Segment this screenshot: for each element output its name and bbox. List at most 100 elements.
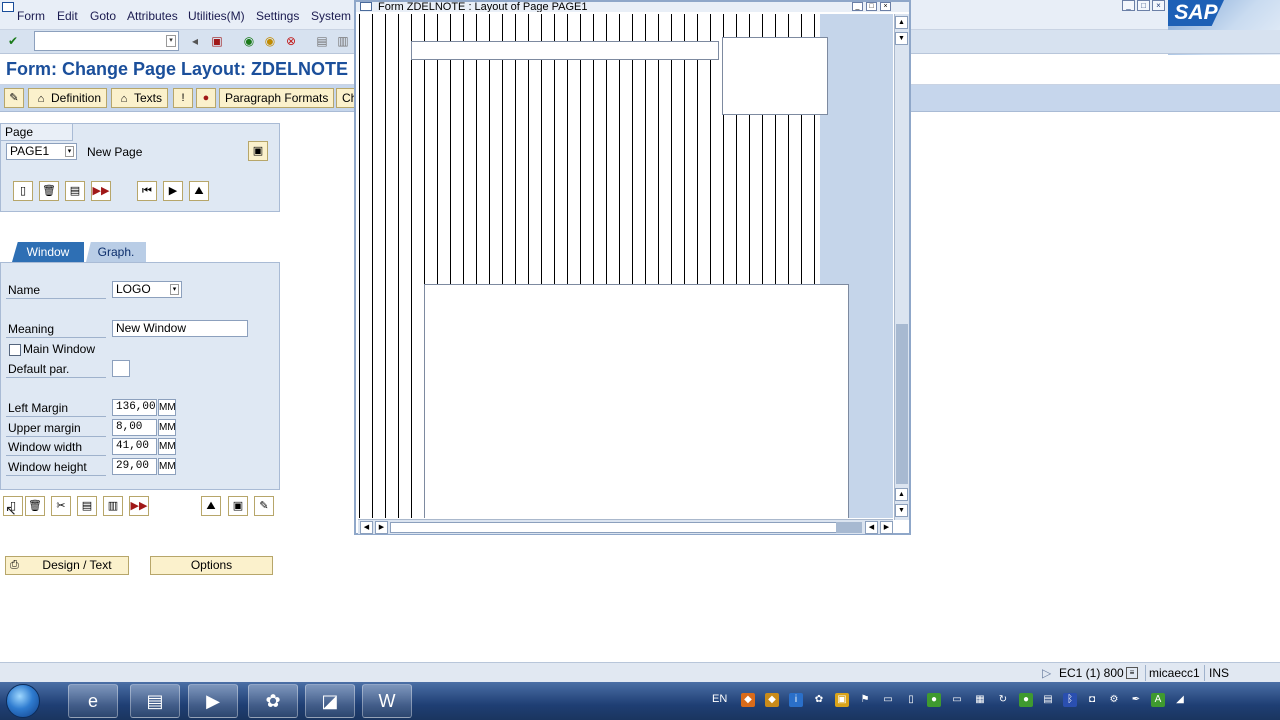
minimize-icon[interactable]: _ [1122, 0, 1135, 11]
design-text-button[interactable]: ⎙ Design / Text [5, 556, 129, 575]
tray-info-icon[interactable]: i [789, 693, 803, 707]
word-icon[interactable]: W [362, 684, 412, 718]
layout-window-header[interactable] [411, 41, 719, 60]
scroll-left-icon[interactable]: ◀ [865, 521, 878, 534]
tray-flag-icon[interactable]: ⚑ [858, 693, 872, 707]
stamp-icon[interactable]: ● [196, 88, 216, 108]
menu-system[interactable]: System [311, 9, 351, 23]
scroll-right-icon[interactable]: ▶ [375, 521, 388, 534]
paste-window-icon[interactable]: ▥ [103, 496, 123, 516]
tray-printer-icon[interactable]: ▤ [1041, 693, 1055, 707]
tray-app-icon[interactable]: ◆ [765, 693, 779, 707]
vertical-scrollbar[interactable]: ▲ ▼ ▲ ▼ [894, 14, 909, 520]
edit-pencil-icon[interactable]: ✎ [4, 88, 24, 108]
tray-gear-icon[interactable]: ⚙ [1107, 693, 1121, 707]
tab-graph[interactable]: Graph. [86, 242, 146, 262]
status-expand-icon[interactable]: ▷ [1042, 665, 1051, 681]
cut-window-icon[interactable]: ✂ [51, 496, 71, 516]
tab-window[interactable]: Window [12, 242, 84, 262]
default-par-input[interactable] [112, 360, 130, 377]
scroll-down-icon[interactable]: ▼ [895, 504, 908, 517]
sap-gui-taskbar-icon[interactable]: ◪ [305, 684, 355, 718]
first-page-icon[interactable]: ⏮ [137, 181, 157, 201]
enter-check-icon[interactable]: ✔ [4, 32, 22, 50]
graphic-icon[interactable]: ⛰ [201, 496, 221, 516]
maximize-icon[interactable]: □ [1137, 0, 1150, 11]
tray-folder-icon[interactable]: ▣ [835, 693, 849, 707]
window-height-input[interactable]: 29,00 [112, 458, 157, 475]
scroll-left-icon[interactable]: ◀ [360, 521, 373, 534]
cancel-icon[interactable]: ⊗ [282, 32, 300, 50]
window-width-input[interactable]: 41,00 [112, 438, 157, 455]
dropdown-icon[interactable]: ▾ [166, 35, 176, 47]
page-select[interactable]: PAGE1 ▾ [6, 143, 77, 160]
close-icon[interactable]: × [1152, 0, 1165, 11]
definition-button[interactable]: ⌂ Definition [28, 88, 108, 108]
window-width-unit[interactable]: MM [158, 438, 176, 455]
media-player-icon[interactable]: ▶ [188, 684, 238, 718]
folder-icon[interactable]: ▤ [130, 684, 180, 718]
transfer-page-icon[interactable]: ▶▶ [91, 181, 111, 201]
tray-monitor-icon[interactable]: ▭ [950, 693, 964, 707]
command-field[interactable]: ▾ [34, 31, 179, 51]
sap-gui-icon[interactable] [2, 2, 14, 12]
layout-window-logo[interactable] [722, 37, 828, 115]
graphic-page-icon[interactable]: ⛰ [189, 181, 209, 201]
copy-page-icon[interactable]: ▤ [65, 181, 85, 201]
horizontal-scroll-thumb[interactable] [836, 522, 862, 533]
tray-refresh-icon[interactable]: ↻ [996, 693, 1010, 707]
meaning-input[interactable]: New Window [112, 320, 248, 337]
tray-volume-icon[interactable]: ◢ [1173, 693, 1187, 707]
popup-close-icon[interactable]: × [880, 2, 891, 11]
paragraph-formats-button[interactable]: Paragraph Formats [219, 88, 335, 108]
next-page-icon[interactable]: ▶ [163, 181, 183, 201]
delete-page-icon[interactable]: 🗑 [39, 181, 59, 201]
tray-app-icon[interactable]: ● [1019, 693, 1033, 707]
horizontal-scrollbar[interactable]: ◀ ▶ ◀ ▶ [358, 519, 893, 534]
back-icon[interactable]: ◉ [240, 32, 258, 50]
menu-attributes[interactable]: Attributes [127, 9, 178, 23]
options-button[interactable]: Options [150, 556, 273, 575]
tray-camera-icon[interactable]: ◘ [1085, 693, 1099, 707]
tray-app-icon[interactable]: ◆ [741, 693, 755, 707]
priority-icon[interactable]: ! [173, 88, 193, 108]
edit-text-icon[interactable]: ✎ [254, 496, 274, 516]
page-list-icon[interactable]: ▣ [248, 141, 268, 161]
system-clock[interactable] [1196, 687, 1266, 713]
popup-maximize-icon[interactable]: □ [866, 2, 877, 11]
dropdown-icon[interactable]: ▾ [170, 284, 179, 295]
window-height-unit[interactable]: MM [158, 458, 176, 475]
left-margin-input[interactable]: 136,00 [112, 399, 157, 416]
menu-utilities[interactable]: Utilities(M) [188, 9, 245, 23]
bluetooth-icon[interactable]: ᛒ [1063, 693, 1077, 707]
scroll-up-icon[interactable]: ▲ [895, 16, 908, 29]
menu-settings[interactable]: Settings [256, 9, 299, 23]
language-indicator[interactable]: EN [712, 693, 727, 705]
tray-doc-icon[interactable]: ▯ [904, 693, 918, 707]
left-margin-unit[interactable]: MM [158, 399, 176, 416]
scroll-down-icon[interactable]: ▼ [895, 32, 908, 45]
menu-goto[interactable]: Goto [90, 9, 116, 23]
tray-pen-icon[interactable]: ✒ [1129, 693, 1143, 707]
windows-start-icon[interactable] [6, 684, 40, 718]
layout-icon[interactable]: ▣ [228, 496, 248, 516]
collapse-left-icon[interactable]: ◂ [186, 32, 204, 50]
vertical-scroll-thumb[interactable] [896, 324, 908, 484]
horizontal-scroll-track[interactable] [390, 522, 840, 533]
create-page-icon[interactable]: ▯ [13, 181, 33, 201]
main-window-checkbox[interactable] [9, 344, 21, 356]
copy-window-icon[interactable]: ▤ [77, 496, 97, 516]
system-info-icon[interactable]: ≡ [1126, 667, 1138, 679]
tray-sap-icon[interactable]: ✿ [812, 693, 826, 707]
tray-app-icon[interactable]: ● [927, 693, 941, 707]
transfer-window-icon[interactable]: ▶▶ [129, 496, 149, 516]
exit-icon[interactable]: ◉ [261, 32, 279, 50]
popup-minimize-icon[interactable]: _ [852, 2, 863, 11]
layout-canvas[interactable] [358, 14, 893, 518]
tray-screen-icon[interactable]: ▭ [881, 693, 895, 707]
menu-form[interactable]: Form [17, 9, 45, 23]
texts-button[interactable]: ⌂ Texts [111, 88, 169, 108]
scroll-up-icon[interactable]: ▲ [895, 488, 908, 501]
dropdown-icon[interactable]: ▾ [65, 146, 74, 157]
tray-network-icon[interactable]: ▦ [973, 693, 987, 707]
